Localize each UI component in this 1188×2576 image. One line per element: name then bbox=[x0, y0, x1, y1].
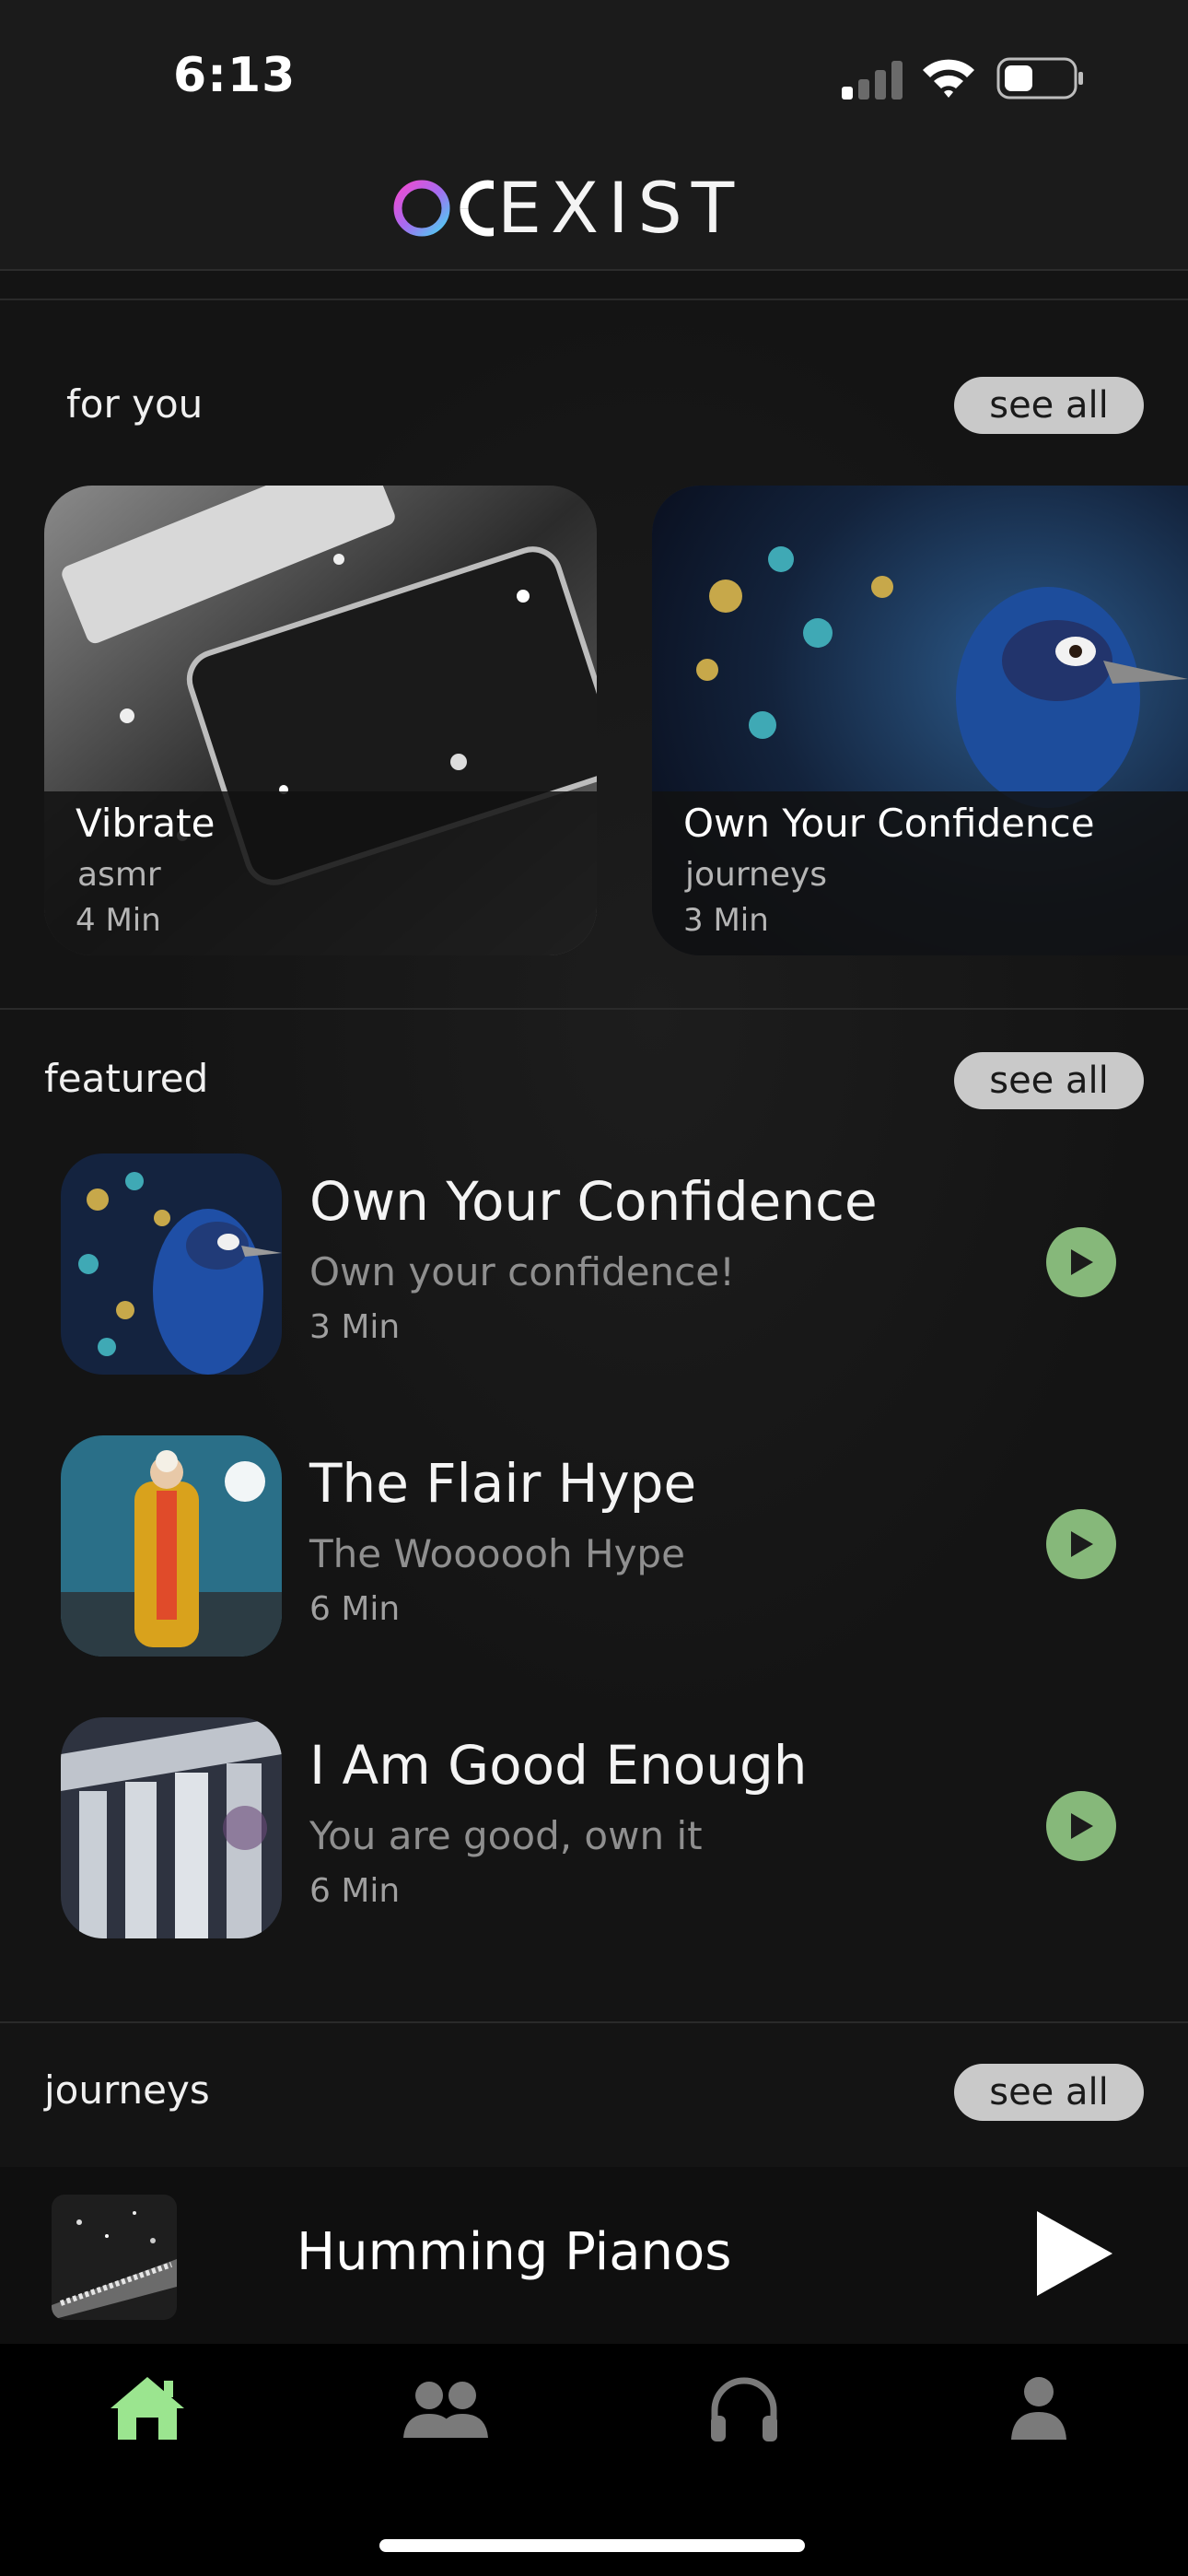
card-title: Own Your Confidence bbox=[683, 801, 1095, 846]
featured-title: featured bbox=[44, 1056, 209, 1101]
featured-item-title: The Flair Hype bbox=[309, 1452, 697, 1515]
play-icon bbox=[1071, 1249, 1093, 1275]
for-you-card[interactable]: Vibrate asmr 4 Min bbox=[44, 486, 597, 955]
now-playing-thumbnail bbox=[52, 2195, 177, 2320]
section-divider bbox=[0, 2021, 1188, 2023]
profile-icon bbox=[1011, 2377, 1066, 2440]
featured-item[interactable]: I Am Good Enough You are good, own it 6 … bbox=[0, 1717, 1188, 1938]
for-you-card[interactable]: Own Your Confidence journeys 3 Min bbox=[652, 486, 1188, 955]
app-logo: EXIST bbox=[392, 167, 798, 249]
headphones-icon bbox=[711, 2377, 777, 2441]
card-category: journeys bbox=[685, 856, 828, 894]
home-indicator bbox=[379, 2539, 805, 2552]
tab-profile[interactable] bbox=[984, 2362, 1094, 2454]
featured-item[interactable]: The Flair Hype The Woooooh Hype 6 Min bbox=[0, 1435, 1188, 1657]
featured-thumbnail bbox=[61, 1153, 282, 1375]
play-icon bbox=[1071, 1531, 1093, 1557]
cellular-signal-icon bbox=[842, 61, 903, 100]
infinity-logo-icon bbox=[393, 180, 494, 237]
columns-thumbnail-artwork bbox=[61, 1717, 282, 1938]
journeys-title: journeys bbox=[44, 2067, 210, 2113]
featured-item-title: I Am Good Enough bbox=[309, 1734, 808, 1797]
card-category: asmr bbox=[77, 856, 161, 894]
featured-item-duration: 6 Min bbox=[309, 1590, 401, 1628]
flair-thumbnail-artwork bbox=[61, 1435, 282, 1657]
peacock-thumbnail-artwork bbox=[61, 1153, 282, 1375]
now-playing-title: Humming Pianos bbox=[297, 2222, 732, 2282]
featured-thumbnail bbox=[61, 1717, 282, 1938]
featured-item-title: Own Your Confidence bbox=[309, 1170, 878, 1233]
featured-item-subtitle: Own your confidence! bbox=[309, 1249, 735, 1294]
play-button[interactable] bbox=[1046, 1509, 1116, 1579]
now-playing-bar[interactable]: Humming Pianos bbox=[0, 2167, 1188, 2344]
featured-thumbnail bbox=[61, 1435, 282, 1657]
card-duration: 4 Min bbox=[76, 902, 161, 939]
featured-see-all-button[interactable]: see all bbox=[954, 1052, 1144, 1109]
featured-item[interactable]: Own Your Confidence Own your confidence!… bbox=[0, 1153, 1188, 1375]
featured-item-subtitle: You are good, own it bbox=[309, 1813, 703, 1858]
wifi-icon bbox=[923, 59, 974, 98]
logo-text: EXIST bbox=[497, 167, 744, 249]
tab-listen[interactable] bbox=[689, 2362, 799, 2454]
section-divider bbox=[0, 1008, 1188, 1010]
featured-item-subtitle: The Woooooh Hype bbox=[309, 1531, 685, 1576]
play-button[interactable] bbox=[1046, 1791, 1116, 1861]
play-button[interactable] bbox=[1046, 1227, 1116, 1297]
app-header: EXIST bbox=[0, 138, 1188, 271]
battery-icon bbox=[996, 57, 1083, 100]
card-info: Vibrate asmr 4 Min bbox=[44, 791, 597, 955]
card-duration: 3 Min bbox=[683, 902, 769, 939]
card-title: Vibrate bbox=[76, 801, 215, 846]
community-icon bbox=[403, 2382, 488, 2438]
home-icon bbox=[111, 2377, 184, 2440]
now-playing-play-icon[interactable] bbox=[1031, 2207, 1116, 2300]
play-icon bbox=[1071, 1813, 1093, 1839]
featured-item-duration: 6 Min bbox=[309, 1872, 401, 1910]
piano-thumbnail-artwork bbox=[52, 2195, 177, 2320]
featured-item-duration: 3 Min bbox=[309, 1308, 401, 1346]
card-info: Own Your Confidence journeys 3 Min bbox=[652, 791, 1188, 955]
tab-community[interactable] bbox=[390, 2362, 501, 2454]
status-bar: 6:13 bbox=[0, 0, 1188, 138]
for-you-see-all-button[interactable]: see all bbox=[954, 377, 1144, 434]
status-time: 6:13 bbox=[173, 48, 297, 103]
tab-home[interactable] bbox=[92, 2362, 203, 2454]
for-you-title: for you bbox=[66, 381, 204, 427]
journeys-see-all-button[interactable]: see all bbox=[954, 2064, 1144, 2121]
